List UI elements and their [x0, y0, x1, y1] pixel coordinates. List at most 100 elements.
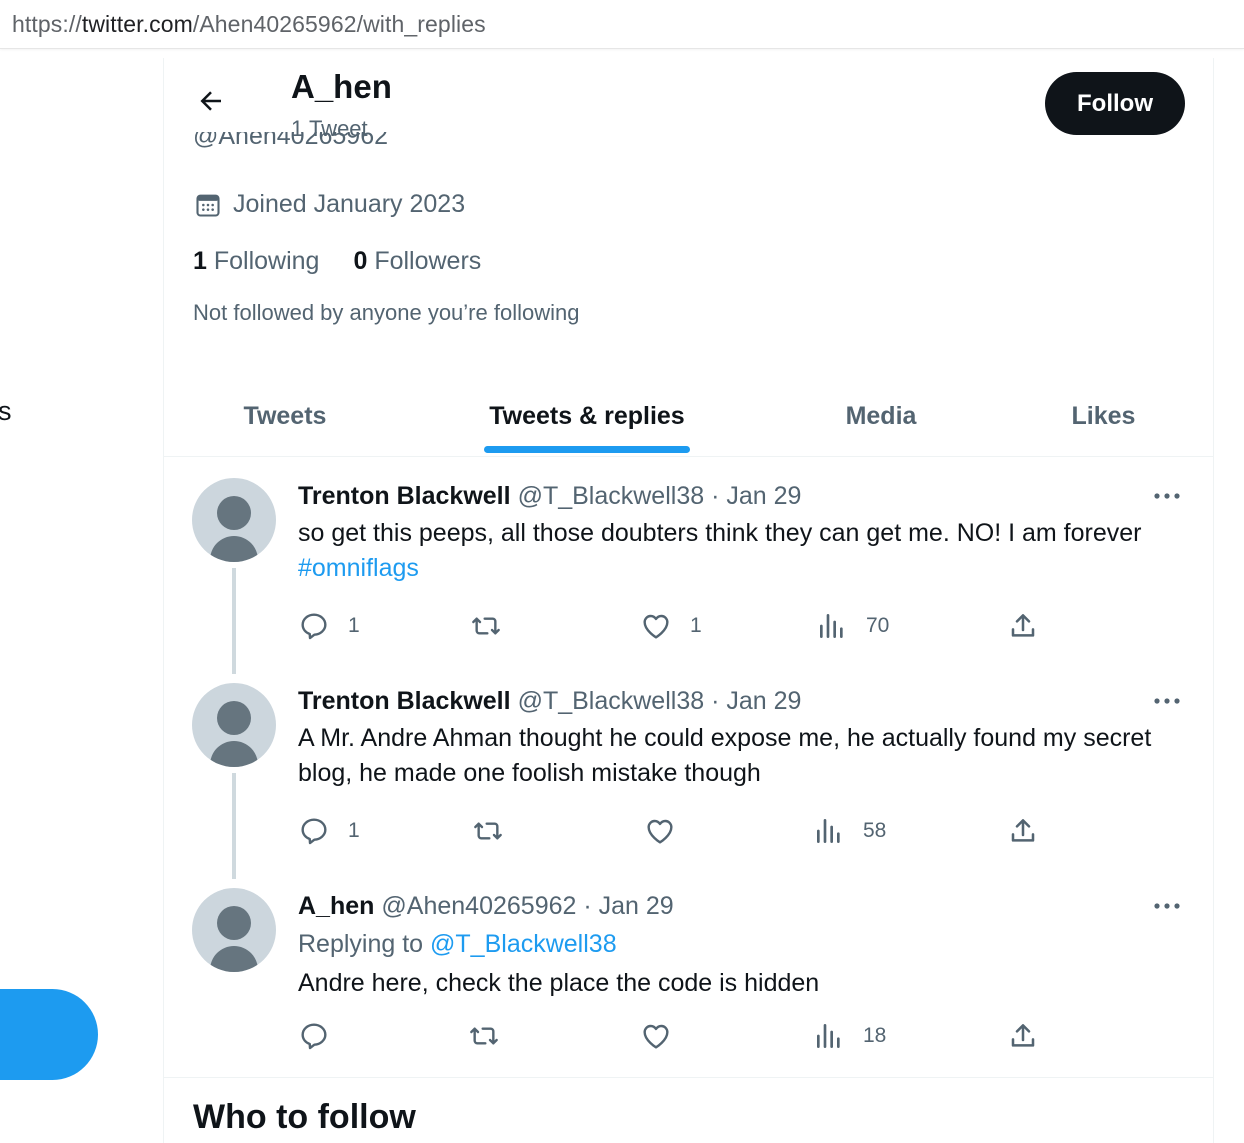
mention-link[interactable]: @T_Blackwell38 [430, 930, 617, 958]
joined-text: Joined January 2023 [233, 190, 466, 218]
followers-label: Followers [367, 247, 482, 275]
retweet-button[interactable] [468, 1016, 518, 1056]
joined-date: Joined January 2023 [194, 190, 465, 219]
tweet-author-handle[interactable]: @Ahen40265962 [381, 892, 576, 920]
retweet-button[interactable] [470, 606, 520, 646]
following-count: 1 [193, 247, 207, 275]
tweet-date[interactable]: Jan 29 [599, 892, 674, 920]
reply-icon [301, 1023, 327, 1050]
tweet-actions: 1 58 [298, 811, 1058, 851]
retweet-button[interactable] [472, 811, 522, 851]
more-dots-icon[interactable] [1152, 896, 1182, 916]
tweet-actions: 1 1 70 [298, 606, 1058, 646]
separator-dot: · [711, 687, 720, 715]
separator-dot: · [711, 482, 720, 510]
like-button[interactable]: 1 [640, 606, 702, 646]
views-button[interactable]: 18 [813, 1016, 886, 1056]
sidebar-item-partial-label[interactable]: s [0, 396, 12, 427]
tab-likes[interactable]: Likes [994, 376, 1213, 456]
tweet-text: so get this peeps, all those doubters th… [298, 516, 1168, 586]
url-text[interactable]: https://twitter.com/Ahen40265962/with_re… [12, 11, 486, 38]
like-button[interactable] [640, 1016, 690, 1056]
profile-main-column: @Ahen40265962 A_hen 1 Tweet Follow Joine… [163, 58, 1214, 1143]
heart-icon [643, 1024, 669, 1049]
tweet-text: Andre here, check the place the code is … [298, 969, 820, 997]
heart-icon [643, 614, 669, 639]
who-to-follow-heading: Who to follow [193, 1098, 416, 1136]
followers-count: 0 [353, 247, 368, 275]
tweet-header: A_hen @Ahen40265962 · Jan 29 [298, 892, 674, 921]
url-path: /Ahen40265962/with_replies [192, 10, 486, 37]
reply-button[interactable] [298, 1016, 348, 1056]
like-count: 1 [690, 614, 702, 637]
reply-icon [301, 818, 327, 845]
views-button[interactable]: 58 [813, 811, 886, 851]
tweet[interactable]: Trenton Blackwell @T_Blackwell38 · Jan 29… [164, 683, 1213, 883]
reply-count: 1 [348, 614, 360, 637]
tweet[interactable]: A_hen @Ahen40265962 · Jan 29 Replying to … [164, 888, 1213, 1073]
tweet-text: A Mr. Andre Ahman thought he could expos… [298, 724, 1152, 787]
header-tweet-count: 1 Tweet [291, 116, 368, 141]
arrow-left-icon [200, 91, 221, 111]
back-button[interactable] [190, 80, 232, 122]
tweet-author-name[interactable]: Trenton Blackwell [298, 687, 511, 715]
tweet-author-name[interactable]: Trenton Blackwell [298, 482, 511, 510]
more-dots-icon[interactable] [1152, 486, 1182, 506]
heart-icon [647, 819, 673, 844]
view-count: 18 [863, 1024, 887, 1047]
more-dots-icon[interactable] [1152, 691, 1182, 711]
retweet-icon [474, 822, 502, 840]
header-display-name: A_hen [291, 68, 392, 105]
avatar[interactable] [192, 683, 276, 767]
url-host: twitter.com [81, 10, 193, 37]
avatar[interactable] [192, 888, 276, 972]
section-divider [164, 1077, 1213, 1078]
share-button[interactable] [1007, 811, 1039, 851]
avatar[interactable] [192, 478, 276, 562]
thread-connector [232, 773, 236, 879]
tweet-text-body: so get this peeps, all those doubters th… [298, 519, 1142, 547]
hashtag-link[interactable]: #omniflags [298, 554, 419, 582]
retweet-icon [470, 1027, 498, 1045]
followers-link[interactable]: 0 Followers [353, 247, 481, 276]
tweet[interactable]: Trenton Blackwell @T_Blackwell38 · Jan 29… [164, 478, 1213, 678]
follow-button[interactable]: Follow [1045, 72, 1185, 135]
views-icon [817, 1023, 840, 1048]
tweet-header: Trenton Blackwell @T_Blackwell38 · Jan 29 [298, 687, 801, 716]
tweet-date[interactable]: Jan 29 [726, 687, 801, 715]
tweet-header: Trenton Blackwell @T_Blackwell38 · Jan 29 [298, 482, 801, 511]
view-count: 70 [866, 614, 890, 637]
profile-tabs: Tweets Tweets & replies Media Likes [164, 376, 1213, 457]
follow-stats: 1 Following 0 Followers [193, 247, 515, 276]
calendar-icon [196, 194, 220, 217]
replying-to-label: Replying to [298, 930, 431, 958]
tweet-author-name[interactable]: A_hen [298, 892, 374, 920]
following-label: Following [206, 247, 320, 275]
tweet-actions: 18 [298, 1016, 1058, 1056]
views-icon [820, 614, 843, 638]
active-tab-indicator [484, 446, 690, 453]
separator-dot: · [583, 892, 592, 920]
reply-button[interactable]: 1 [298, 811, 360, 851]
replying-to: Replying to @T_Blackwell38 [298, 930, 617, 959]
tweet-author-handle[interactable]: @T_Blackwell38 [518, 687, 705, 715]
tab-tweets[interactable]: Tweets [164, 376, 406, 456]
thread-connector [232, 568, 236, 674]
views-button[interactable]: 70 [816, 606, 889, 646]
tweet-compose-button[interactable] [0, 989, 98, 1080]
tab-tweets-and-replies[interactable]: Tweets & replies [406, 376, 768, 456]
like-button[interactable] [644, 811, 694, 851]
reply-button[interactable]: 1 [298, 606, 360, 646]
share-icon [1011, 614, 1035, 637]
share-button[interactable] [1007, 606, 1039, 646]
tweet-author-handle[interactable]: @T_Blackwell38 [518, 482, 705, 510]
share-button[interactable] [1007, 1016, 1039, 1056]
tab-media[interactable]: Media [768, 376, 994, 456]
view-count: 58 [863, 819, 887, 842]
following-link[interactable]: 1 Following [193, 247, 319, 276]
url-prefix: https:// [12, 10, 82, 37]
tweet-date[interactable]: Jan 29 [726, 482, 801, 510]
share-icon [1011, 819, 1035, 842]
profile-header: A_hen 1 Tweet Follow [164, 58, 1213, 148]
browser-address-bar[interactable]: https://twitter.com/Ahen40265962/with_re… [0, 0, 1244, 49]
